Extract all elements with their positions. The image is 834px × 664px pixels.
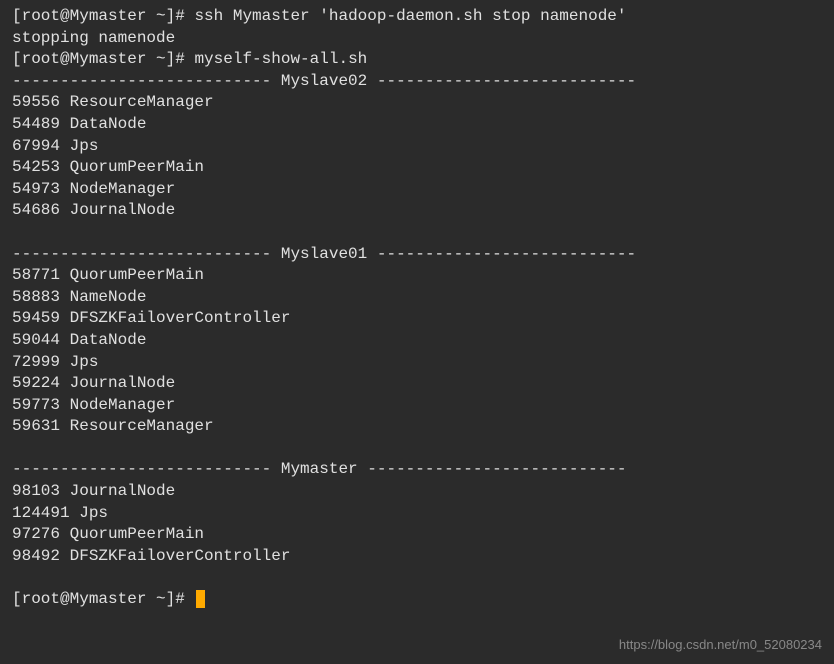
- prompt-2: [root@Mymaster ~]#: [12, 50, 194, 68]
- process-line: 54489 DataNode: [12, 114, 822, 136]
- process-line: 58771 QuorumPeerMain: [12, 265, 822, 287]
- section-header-mymaster: --------------------------- Mymaster ---…: [12, 459, 822, 481]
- prompt-3: [root@Mymaster ~]#: [12, 590, 194, 608]
- watermark-text: https://blog.csdn.net/m0_52080234: [619, 636, 822, 654]
- cursor-icon: [196, 590, 205, 608]
- output-line-stopping: stopping namenode: [12, 28, 822, 50]
- command-2-text: myself-show-all.sh: [194, 50, 367, 68]
- process-line: 58883 NameNode: [12, 287, 822, 309]
- process-line: 54973 NodeManager: [12, 179, 822, 201]
- process-line: 59773 NodeManager: [12, 395, 822, 417]
- process-line: 54253 QuorumPeerMain: [12, 157, 822, 179]
- process-line: 59044 DataNode: [12, 330, 822, 352]
- process-line: 124491 Jps: [12, 503, 822, 525]
- blank-line: [12, 222, 822, 244]
- command-line-1[interactable]: [root@Mymaster ~]# ssh Mymaster 'hadoop-…: [12, 6, 822, 28]
- process-line: 59631 ResourceManager: [12, 416, 822, 438]
- command-line-2[interactable]: [root@Mymaster ~]# myself-show-all.sh: [12, 49, 822, 71]
- section-header-myslave02: --------------------------- Myslave02 --…: [12, 71, 822, 93]
- process-line: 72999 Jps: [12, 352, 822, 374]
- process-line: 98492 DFSZKFailoverController: [12, 546, 822, 568]
- process-line: 98103 JournalNode: [12, 481, 822, 503]
- blank-line: [12, 438, 822, 460]
- blank-line: [12, 567, 822, 589]
- process-line: 97276 QuorumPeerMain: [12, 524, 822, 546]
- section-header-myslave01: --------------------------- Myslave01 --…: [12, 244, 822, 266]
- command-1-text: ssh Mymaster 'hadoop-daemon.sh stop name…: [194, 7, 626, 25]
- process-line: 59459 DFSZKFailoverController: [12, 308, 822, 330]
- process-line: 59224 JournalNode: [12, 373, 822, 395]
- process-line: 67994 Jps: [12, 136, 822, 158]
- process-line: 54686 JournalNode: [12, 200, 822, 222]
- process-line: 59556 ResourceManager: [12, 92, 822, 114]
- command-line-3[interactable]: [root@Mymaster ~]#: [12, 589, 822, 611]
- prompt-1: [root@Mymaster ~]#: [12, 7, 194, 25]
